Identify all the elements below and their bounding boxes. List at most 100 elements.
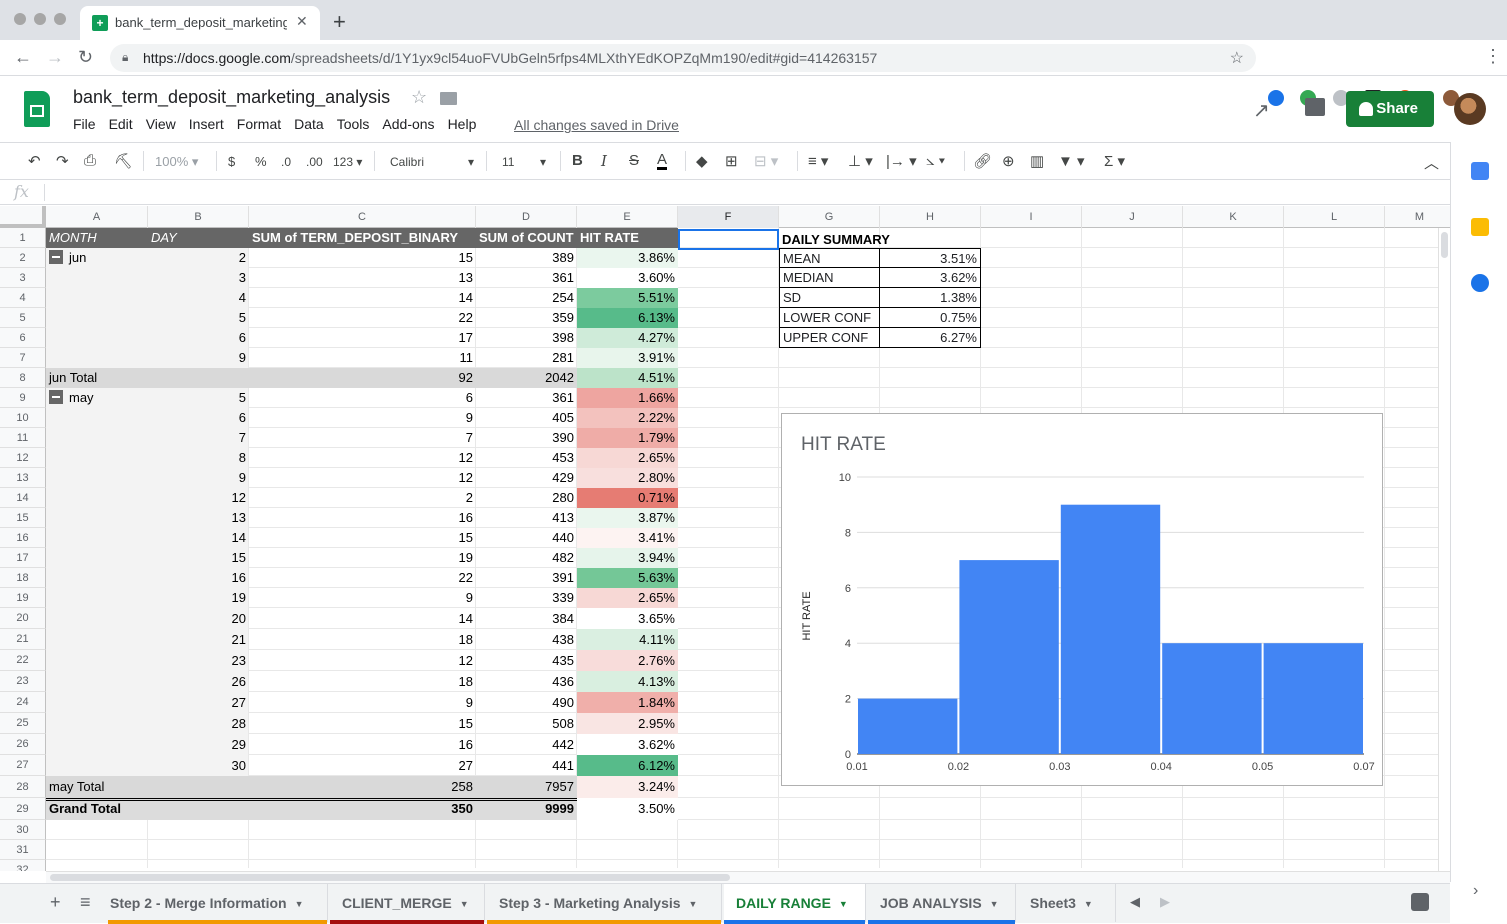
pivot-sum-count[interactable]: 413 (476, 508, 577, 528)
column-header[interactable]: F (678, 206, 779, 228)
pivot-sum-count[interactable]: 361 (476, 388, 577, 408)
column-header[interactable]: A (46, 206, 148, 228)
pivot-header-cell[interactable]: SUM of COUNT (476, 228, 577, 248)
pivot-sum-term-deposit[interactable]: 17 (249, 328, 476, 348)
pivot-hit-rate-cell[interactable]: 1.66% (577, 388, 678, 408)
pivot-hit-rate-cell[interactable]: 3.50% (577, 798, 678, 820)
summary-value[interactable]: 1.38% (880, 288, 981, 308)
insert-link-icon[interactable]: 🔗︎ (973, 152, 992, 170)
pivot-day-cell[interactable]: 12 (148, 488, 249, 508)
pivot-hit-rate-cell[interactable]: 2.65% (577, 448, 678, 468)
pivot-day-cell[interactable]: 20 (148, 608, 249, 629)
pivot-total-label[interactable]: may Total (46, 776, 246, 798)
row-header[interactable]: 7 (0, 348, 46, 368)
fill-color-icon[interactable]: ◆ (696, 152, 708, 170)
back-icon[interactable]: ← (14, 47, 32, 68)
pivot-day-cell[interactable]: 21 (148, 629, 249, 650)
redo-icon[interactable]: ↷ (56, 152, 69, 170)
row-header[interactable]: 3 (0, 268, 46, 288)
row-header[interactable]: 20 (0, 608, 46, 629)
pivot-hit-rate-cell[interactable]: 2.22% (577, 408, 678, 428)
new-tab-button[interactable]: + (333, 9, 346, 35)
pivot-sum-term-deposit[interactable]: 19 (249, 548, 476, 568)
row-header[interactable]: 19 (0, 588, 46, 608)
pivot-sum-term-deposit[interactable]: 12 (249, 468, 476, 488)
menu-tools[interactable]: Tools (337, 116, 370, 136)
pivot-hit-rate-cell[interactable]: 4.51% (577, 368, 678, 388)
pivot-sum-count[interactable]: 438 (476, 629, 577, 650)
pivot-sum-count[interactable]: 384 (476, 608, 577, 629)
column-header[interactable]: B (148, 206, 249, 228)
pivot-sum-count[interactable]: 490 (476, 692, 577, 713)
summary-label[interactable]: LOWER CONF (779, 308, 880, 328)
save-status-link[interactable]: All changes saved in Drive (514, 117, 679, 133)
pivot-hit-rate-cell[interactable]: 3.65% (577, 608, 678, 629)
pivot-day-cell[interactable]: 8 (148, 448, 249, 468)
row-header[interactable]: 23 (0, 671, 46, 692)
functions-button[interactable]: Σ ▾ (1104, 152, 1125, 170)
pivot-sum-term-deposit[interactable]: 27 (249, 755, 476, 776)
row-header[interactable]: 6 (0, 328, 46, 348)
pivot-sum-count[interactable]: 390 (476, 428, 577, 448)
pivot-sum-term-deposit[interactable]: 9 (249, 408, 476, 428)
pivot-day-cell[interactable]: 2 (148, 248, 249, 268)
row-header[interactable]: 14 (0, 488, 46, 508)
sheet-tab[interactable]: Sheet3 ▼ (1018, 884, 1116, 922)
pivot-hit-rate-cell[interactable]: 3.91% (577, 348, 678, 368)
row-header[interactable]: 32 (0, 860, 46, 871)
pivot-day-cell[interactable]: 23 (148, 650, 249, 671)
pivot-day-cell[interactable]: 5 (148, 388, 249, 408)
pivot-sum-count[interactable]: 436 (476, 671, 577, 692)
text-wrap-icon[interactable]: |→ ▾ (886, 152, 917, 170)
font-select[interactable]: Calibri ▾ (390, 155, 474, 169)
row-header[interactable]: 26 (0, 734, 46, 755)
row-header[interactable]: 27 (0, 755, 46, 776)
insert-comment-icon[interactable]: ⊕ (1002, 152, 1015, 170)
pivot-day-cell[interactable]: 9 (148, 468, 249, 488)
pivot-sum-count[interactable]: 2042 (476, 368, 577, 388)
column-header[interactable]: J (1082, 206, 1183, 228)
row-header[interactable]: 8 (0, 368, 46, 388)
star-icon[interactable]: ☆ (411, 87, 427, 108)
pivot-sum-term-deposit[interactable]: 258 (249, 776, 476, 798)
pivot-total-label[interactable]: Grand Total (46, 798, 246, 820)
pivot-sum-count[interactable]: 435 (476, 650, 577, 671)
selected-cell-f1[interactable] (678, 229, 779, 250)
pivot-day-cell[interactable]: 26 (148, 671, 249, 692)
pivot-day-cell[interactable]: 13 (148, 508, 249, 528)
sheet-tab-menu-icon[interactable]: ▼ (1084, 899, 1093, 909)
pivot-sum-term-deposit[interactable]: 12 (249, 448, 476, 468)
menu-insert[interactable]: Insert (189, 116, 224, 136)
keep-icon[interactable] (1471, 218, 1489, 236)
reload-icon[interactable]: ↻ (78, 47, 93, 68)
paint-format-icon[interactable]: ⛏ (114, 152, 133, 170)
browser-tab[interactable]: + bank_term_deposit_marketing_ ✕ (80, 6, 320, 40)
row-header[interactable]: 9 (0, 388, 46, 408)
pivot-sum-count[interactable]: 405 (476, 408, 577, 428)
menu-format[interactable]: Format (237, 116, 281, 136)
window-close-button[interactable] (14, 13, 26, 25)
increase-decimal-button[interactable]: .00 (306, 155, 323, 169)
pivot-hit-rate-cell[interactable]: 0.71% (577, 488, 678, 508)
sheet-tab-menu-icon[interactable]: ▼ (689, 899, 698, 909)
insert-chart-icon[interactable]: ▥ (1030, 152, 1044, 170)
hit-rate-histogram-chart[interactable]: HIT RATE 0 2 4 6 8 10 0.01 0.02 0.03 0.04 0.05 0.07 H… (781, 413, 1383, 786)
pivot-sum-count[interactable]: 254 (476, 288, 577, 308)
pivot-hit-rate-cell[interactable]: 3.41% (577, 528, 678, 548)
pivot-day-cell[interactable]: 3 (148, 268, 249, 288)
pivot-hit-rate-cell[interactable]: 2.65% (577, 588, 678, 608)
pivot-hit-rate-cell[interactable]: 6.13% (577, 308, 678, 328)
pivot-sum-term-deposit[interactable]: 15 (249, 528, 476, 548)
sheets-logo-icon[interactable] (24, 91, 50, 127)
pivot-hit-rate-cell[interactable]: 3.62% (577, 734, 678, 755)
forward-icon[interactable]: → (46, 47, 64, 68)
zoom-select[interactable]: 100% ▾ (155, 154, 198, 170)
pivot-day-cell[interactable]: 19 (148, 588, 249, 608)
pivot-sum-term-deposit[interactable]: 350 (249, 798, 476, 820)
text-color-button[interactable]: A (657, 152, 668, 170)
pivot-day-cell[interactable]: 30 (148, 755, 249, 776)
pivot-month-group[interactable]: jun (46, 248, 148, 268)
strikethrough-button[interactable]: S (629, 152, 639, 169)
pivot-sum-count[interactable]: 398 (476, 328, 577, 348)
pivot-hit-rate-cell[interactable]: 4.11% (577, 629, 678, 650)
